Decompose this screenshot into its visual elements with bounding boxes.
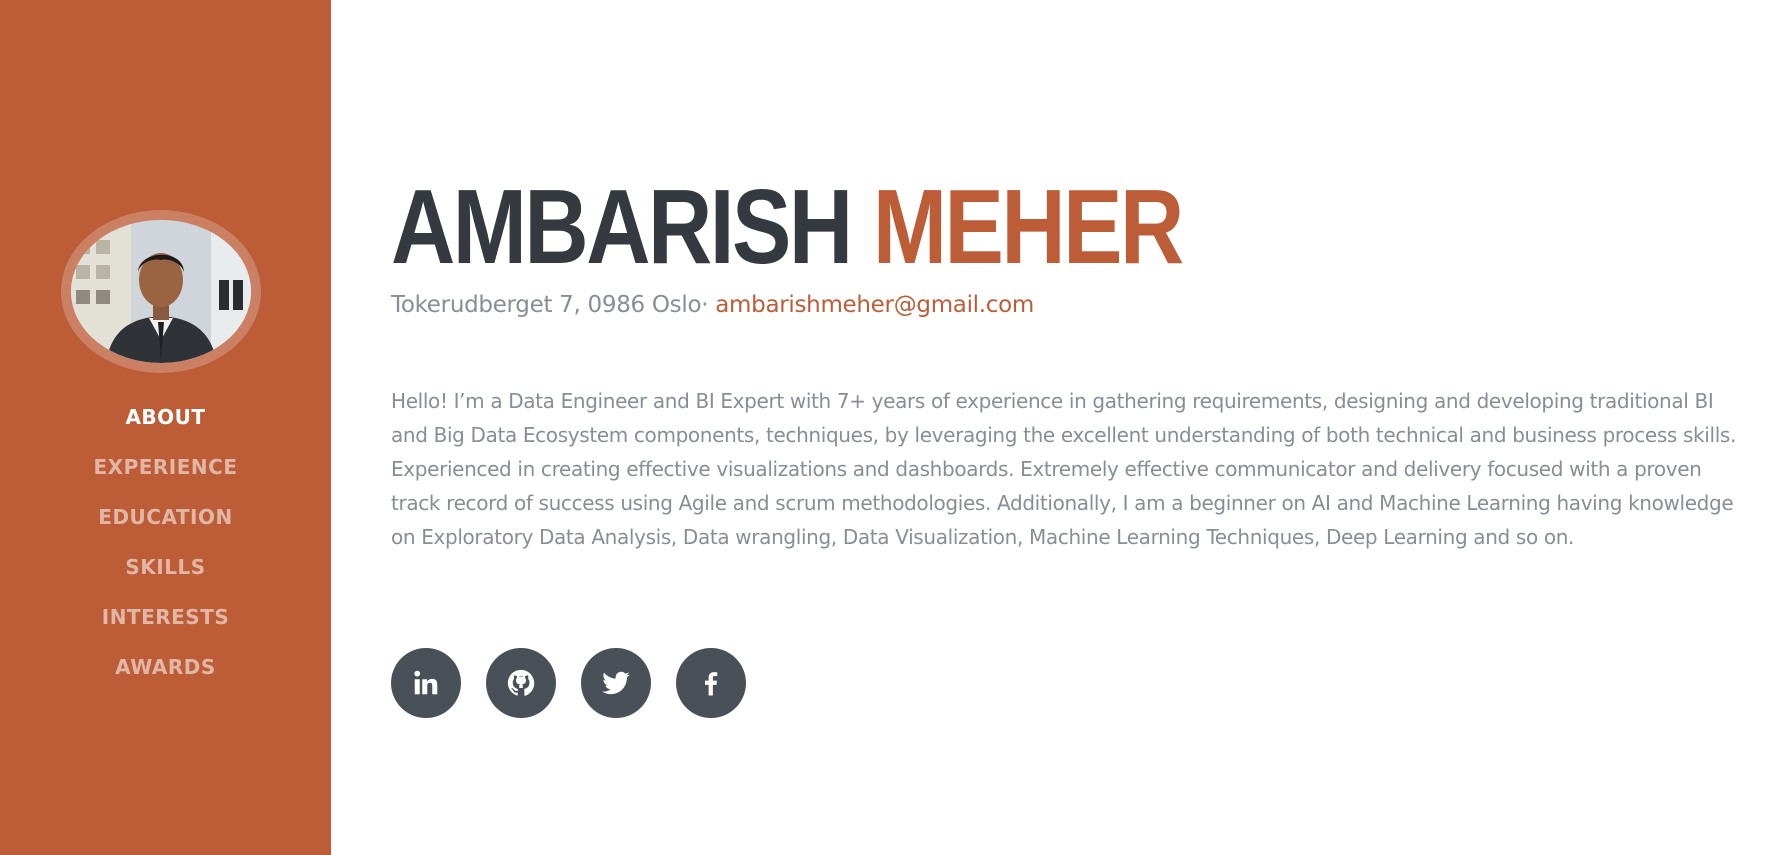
first-name: AMBARISH — [391, 168, 853, 286]
sidebar-nav: ABOUT EXPERIENCE EDUCATION SKILLS INTERE… — [0, 392, 331, 692]
profile-photo — [71, 220, 251, 363]
nav-link-interests[interactable]: INTERESTS — [102, 592, 230, 642]
social-item-twitter — [581, 648, 651, 718]
page-title: AMBARISH MEHER — [391, 172, 1184, 282]
nav-item-about: ABOUT — [0, 392, 331, 442]
last-name: MEHER — [872, 168, 1184, 286]
avatar-frame — [61, 210, 261, 373]
email-link[interactable]: ambarishmeher@gmail.com — [715, 292, 1034, 318]
nav-link-skills[interactable]: SKILLS — [125, 542, 205, 592]
github-icon — [506, 668, 536, 698]
bio-paragraph: Hello! I’m a Data Engineer and BI Expert… — [391, 389, 1736, 549]
nav-link-education[interactable]: EDUCATION — [98, 492, 232, 542]
nav-item-education: EDUCATION — [0, 492, 331, 542]
social-icons — [391, 648, 771, 718]
social-item-facebook — [676, 648, 746, 718]
avatar[interactable] — [71, 220, 251, 363]
linkedin-button[interactable] — [391, 648, 461, 718]
twitter-icon — [601, 668, 631, 698]
github-button[interactable] — [486, 648, 556, 718]
nav-item-experience: EXPERIENCE — [0, 442, 331, 492]
contact-line: Tokerudberget 7, 0986 Oslo· ambarishmehe… — [391, 288, 1034, 322]
nav-link-awards[interactable]: AWARDS — [115, 642, 216, 692]
facebook-button[interactable] — [676, 648, 746, 718]
about-section: AMBARISH MEHER Tokerudberget 7, 0986 Osl… — [391, 0, 1751, 855]
linkedin-icon — [411, 668, 441, 698]
nav-item-interests: INTERESTS — [0, 592, 331, 642]
nav-item-awards: AWARDS — [0, 642, 331, 692]
nav-item-skills: SKILLS — [0, 542, 331, 592]
sidebar: ABOUT EXPERIENCE EDUCATION SKILLS INTERE… — [0, 0, 331, 855]
social-item-github — [486, 648, 556, 718]
twitter-button[interactable] — [581, 648, 651, 718]
facebook-icon — [696, 668, 726, 698]
nav-link-experience[interactable]: EXPERIENCE — [94, 442, 238, 492]
social-item-linkedin — [391, 648, 461, 718]
address-text: Tokerudberget 7, 0986 Oslo· — [391, 292, 716, 318]
nav-link-about[interactable]: ABOUT — [125, 392, 205, 442]
